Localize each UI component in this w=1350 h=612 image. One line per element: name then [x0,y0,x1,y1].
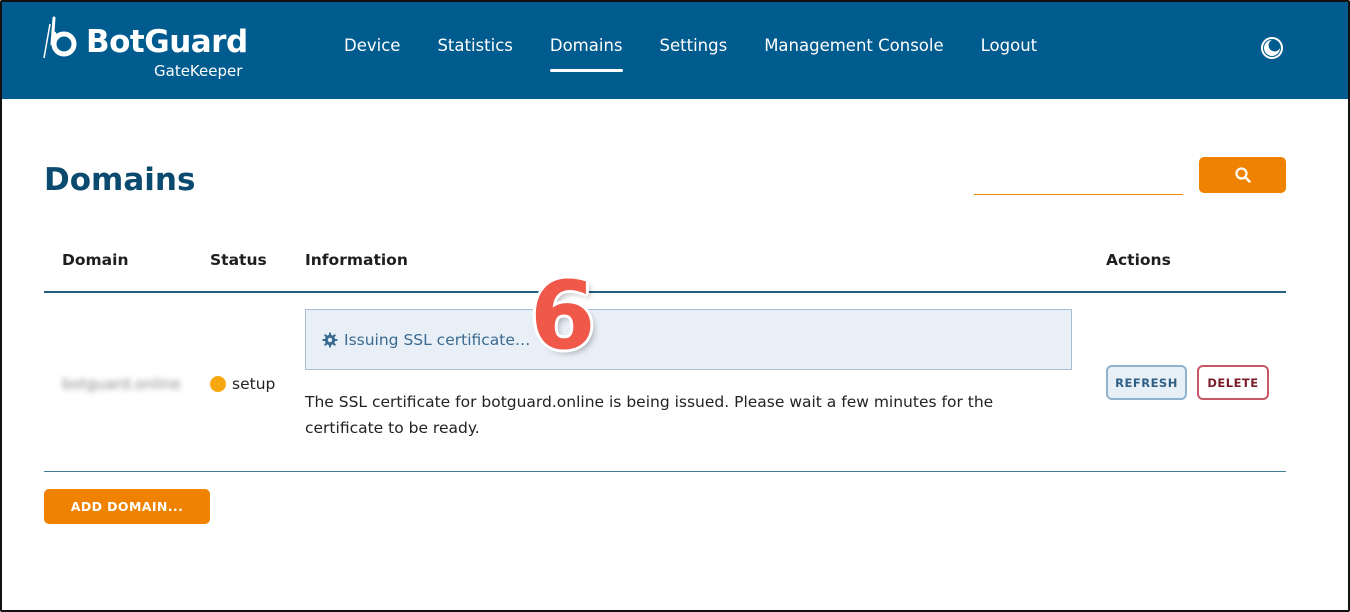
nav-item-management-console[interactable]: Management Console [764,36,943,76]
search-input[interactable] [974,165,1183,195]
nav-item-logout[interactable]: Logout [981,36,1038,76]
row-divider [44,471,1286,472]
nav-item-statistics[interactable]: Statistics [437,36,512,76]
delete-button[interactable]: DELETE [1197,365,1269,400]
header-divider [44,291,1286,293]
refresh-button[interactable]: REFRESH [1106,365,1187,400]
brand-product: GateKeeper [154,62,243,80]
nav-item-domains[interactable]: Domains [549,36,623,76]
status-dot-icon [210,376,226,392]
theme-toggle-icon[interactable] [1260,36,1284,60]
column-header-actions: Actions [1106,251,1171,269]
app-window: BotGuard GateKeeper Device Statistics Do… [0,0,1350,612]
gear-icon [322,332,338,347]
column-header-status: Status [210,251,267,269]
column-header-information: Information [305,251,408,269]
add-domain-button[interactable]: ADD DOMAIN... [44,489,210,524]
ssl-status-banner: Issuing SSL certificate… [305,309,1072,370]
step-number-annotation: 6 [530,262,596,371]
main-nav: Device Statistics Domains Settings Manag… [344,36,1074,76]
search-button[interactable] [1199,157,1286,193]
nav-item-device[interactable]: Device [344,36,400,76]
ssl-status-text: Issuing SSL certificate… [344,330,531,349]
column-header-domain: Domain [62,251,129,269]
status-text: setup [232,375,276,393]
search-icon [1234,167,1251,183]
nav-item-settings[interactable]: Settings [660,36,728,76]
page-title: Domains [44,162,196,198]
brand-name: BotGuard [86,24,248,60]
botguard-logo-icon [43,16,77,59]
brand-logo[interactable]: BotGuard GateKeeper [42,14,252,84]
top-navigation-bar: BotGuard GateKeeper Device Statistics Do… [2,2,1348,99]
ssl-info-description: The SSL certificate for botguard.online … [305,393,994,437]
domain-name-blurred: botguard.online [62,375,181,393]
status-badge: setup [210,375,275,393]
